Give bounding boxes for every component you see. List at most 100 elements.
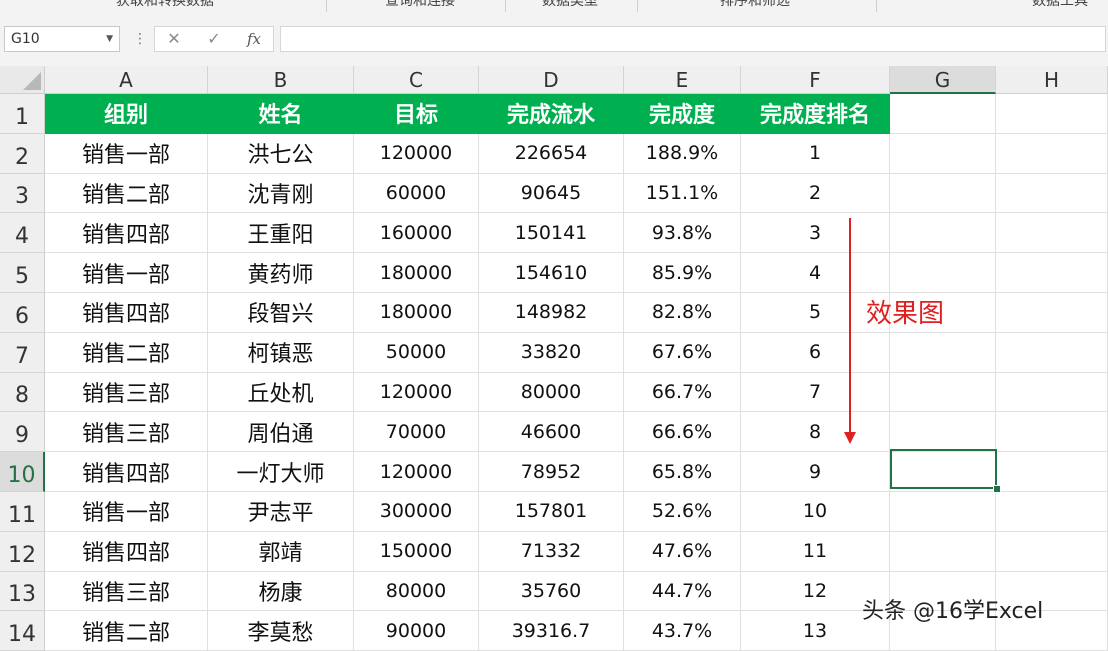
cell-h12[interactable] bbox=[996, 531, 1108, 572]
cell-d10[interactable]: 78952 bbox=[479, 452, 624, 492]
enter-icon[interactable]: ✓ bbox=[199, 27, 229, 51]
cell-d2[interactable]: 226654 bbox=[479, 133, 624, 174]
cell-g3[interactable] bbox=[890, 173, 996, 214]
cell-c2[interactable]: 120000 bbox=[354, 133, 479, 174]
ribbon-group-data-tools[interactable]: 数据工具 bbox=[1010, 0, 1108, 11]
cell-g11[interactable] bbox=[890, 492, 996, 532]
cell-f8[interactable]: 7 bbox=[741, 372, 890, 413]
cell-b4[interactable]: 王重阳 bbox=[208, 213, 354, 254]
column-header-b[interactable]: B bbox=[208, 66, 354, 94]
cell-b8[interactable]: 丘处机 bbox=[208, 372, 354, 413]
cell-d3[interactable]: 90645 bbox=[479, 173, 624, 214]
row-header-2[interactable]: 2 bbox=[0, 133, 45, 174]
row-header-14[interactable]: 14 bbox=[0, 611, 45, 651]
cell-a7[interactable]: 销售二部 bbox=[45, 332, 208, 373]
column-header-e[interactable]: E bbox=[624, 66, 741, 94]
cell-f12[interactable]: 11 bbox=[741, 531, 890, 572]
cell-e5[interactable]: 85.9% bbox=[624, 253, 741, 293]
cell-d12[interactable]: 71332 bbox=[479, 531, 624, 572]
cell-g7[interactable] bbox=[890, 332, 996, 373]
chevron-down-icon[interactable]: ▼ bbox=[106, 27, 113, 51]
cell-e7[interactable]: 67.6% bbox=[624, 332, 741, 373]
header-cell-c[interactable]: 目标 bbox=[354, 94, 479, 134]
cell-d9[interactable]: 46600 bbox=[479, 412, 624, 453]
cell-h2[interactable] bbox=[996, 133, 1108, 174]
cell-h4[interactable] bbox=[996, 213, 1108, 254]
row-header-1[interactable]: 1 bbox=[0, 94, 45, 134]
cell-c3[interactable]: 60000 bbox=[354, 173, 479, 214]
cell-a8[interactable]: 销售三部 bbox=[45, 372, 208, 413]
insert-function-icon[interactable]: fx bbox=[239, 27, 269, 51]
select-all-button[interactable] bbox=[0, 66, 45, 94]
cell-h7[interactable] bbox=[996, 332, 1108, 373]
cell-a6[interactable]: 销售四部 bbox=[45, 293, 208, 333]
column-header-f[interactable]: F bbox=[741, 66, 890, 94]
cell-b13[interactable]: 杨康 bbox=[208, 571, 354, 612]
cell-c7[interactable]: 50000 bbox=[354, 332, 479, 373]
selected-cell-g10[interactable] bbox=[890, 449, 997, 489]
cell-e8[interactable]: 66.7% bbox=[624, 372, 741, 413]
ribbon-group-get-transform[interactable]: 获取和转换数据 bbox=[60, 0, 270, 11]
row-header-6[interactable]: 6 bbox=[0, 293, 45, 333]
cell-g2[interactable] bbox=[890, 133, 996, 174]
cell-f11[interactable]: 10 bbox=[741, 492, 890, 532]
cell-a9[interactable]: 销售三部 bbox=[45, 412, 208, 453]
cell-h5[interactable] bbox=[996, 253, 1108, 293]
cell-b2[interactable]: 洪七公 bbox=[208, 133, 354, 174]
cell-e14[interactable]: 43.7% bbox=[624, 611, 741, 651]
cell-h8[interactable] bbox=[996, 372, 1108, 413]
row-header-13[interactable]: 13 bbox=[0, 571, 45, 612]
cell-e10[interactable]: 65.8% bbox=[624, 452, 741, 492]
row-header-9[interactable]: 9 bbox=[0, 412, 45, 453]
cell-c11[interactable]: 300000 bbox=[354, 492, 479, 532]
cell-h11[interactable] bbox=[996, 492, 1108, 532]
cell-e12[interactable]: 47.6% bbox=[624, 531, 741, 572]
cell-e3[interactable]: 151.1% bbox=[624, 173, 741, 214]
cell-c5[interactable]: 180000 bbox=[354, 253, 479, 293]
fill-handle[interactable] bbox=[993, 485, 1001, 493]
cell-g9[interactable] bbox=[890, 412, 996, 453]
cell-a2[interactable]: 销售一部 bbox=[45, 133, 208, 174]
cell-c8[interactable]: 120000 bbox=[354, 372, 479, 413]
cell-f2[interactable]: 1 bbox=[741, 133, 890, 174]
cell-a4[interactable]: 销售四部 bbox=[45, 213, 208, 254]
cell-d5[interactable]: 154610 bbox=[479, 253, 624, 293]
cell-a10[interactable]: 销售四部 bbox=[45, 452, 208, 492]
cell-d11[interactable]: 157801 bbox=[479, 492, 624, 532]
cell-b10[interactable]: 一灯大师 bbox=[208, 452, 354, 492]
cell-e11[interactable]: 52.6% bbox=[624, 492, 741, 532]
cell-e4[interactable]: 93.8% bbox=[624, 213, 741, 254]
cell-h10[interactable] bbox=[996, 452, 1108, 492]
cell-c4[interactable]: 160000 bbox=[354, 213, 479, 254]
cell-f7[interactable]: 6 bbox=[741, 332, 890, 373]
formula-input[interactable] bbox=[280, 26, 1106, 52]
cell-c9[interactable]: 70000 bbox=[354, 412, 479, 453]
cell-a3[interactable]: 销售二部 bbox=[45, 173, 208, 214]
cell-e13[interactable]: 44.7% bbox=[624, 571, 741, 612]
cell-c14[interactable]: 90000 bbox=[354, 611, 479, 651]
more-options-icon[interactable]: ⋮ bbox=[133, 26, 147, 52]
header-cell-a[interactable]: 组别 bbox=[45, 94, 208, 134]
cell-b14[interactable]: 李莫愁 bbox=[208, 611, 354, 651]
cell-h3[interactable] bbox=[996, 173, 1108, 214]
ribbon-group-queries[interactable]: 查询和连接 bbox=[340, 0, 500, 11]
header-cell-f[interactable]: 完成度排名 bbox=[741, 94, 890, 134]
cell-c10[interactable]: 120000 bbox=[354, 452, 479, 492]
row-header-12[interactable]: 12 bbox=[0, 531, 45, 572]
cell-h1[interactable] bbox=[996, 94, 1108, 134]
cell-d8[interactable]: 80000 bbox=[479, 372, 624, 413]
header-cell-b[interactable]: 姓名 bbox=[208, 94, 354, 134]
cell-d6[interactable]: 148982 bbox=[479, 293, 624, 333]
cell-f4[interactable]: 3 bbox=[741, 213, 890, 254]
cell-h9[interactable] bbox=[996, 412, 1108, 453]
row-header-10[interactable]: 10 bbox=[0, 452, 45, 492]
row-header-8[interactable]: 8 bbox=[0, 372, 45, 413]
column-header-g[interactable]: G bbox=[890, 66, 996, 94]
cell-g4[interactable] bbox=[890, 213, 996, 254]
cell-g8[interactable] bbox=[890, 372, 996, 413]
cell-g12[interactable] bbox=[890, 531, 996, 572]
cell-b6[interactable]: 段智兴 bbox=[208, 293, 354, 333]
cell-a5[interactable]: 销售一部 bbox=[45, 253, 208, 293]
ribbon-group-data-types[interactable]: 数据类型 bbox=[510, 0, 630, 11]
cancel-icon[interactable]: ✕ bbox=[159, 27, 189, 51]
